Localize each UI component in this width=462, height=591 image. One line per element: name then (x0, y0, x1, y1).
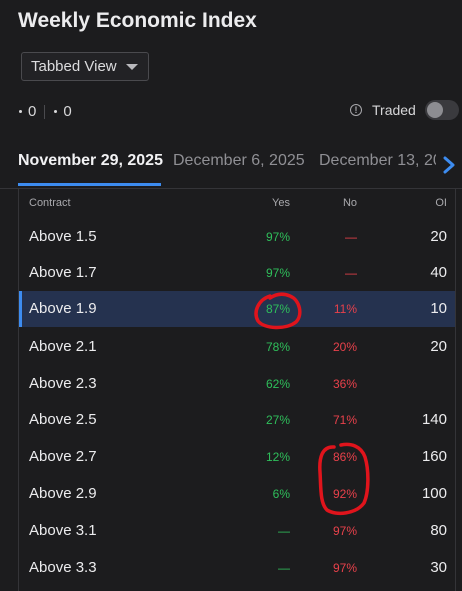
no-price[interactable]: 92% (333, 487, 357, 501)
table-row[interactable]: Above 3.3 — 97% 30 (19, 550, 455, 586)
table-row[interactable]: Above 2.3 62% 36% (19, 366, 455, 402)
tab-dec-6[interactable]: December 6, 2025 (173, 152, 305, 170)
contract-name: Above 1.5 (29, 228, 97, 245)
position-counts: 0 0 (18, 103, 72, 120)
contract-name: Above 2.9 (29, 485, 97, 502)
contract-name: Above 3.3 (29, 559, 97, 576)
table-row[interactable]: Above 1.5 97% — 20 (19, 219, 455, 255)
traded-label: Traded (372, 102, 416, 118)
contract-name: Above 2.7 (29, 448, 97, 465)
table-row[interactable]: Above 1.7 97% — 40 (19, 255, 455, 291)
yes-price[interactable]: 78% (266, 340, 290, 354)
dot-icon (54, 110, 58, 113)
page-title: Weekly Economic Index (18, 9, 257, 32)
tabs-next-button[interactable] (436, 150, 462, 180)
no-price[interactable]: 97% (333, 561, 357, 575)
tab-nov-29[interactable]: November 29, 2025 (18, 152, 163, 170)
toggle-knob (427, 102, 443, 118)
open-interest: 140 (421, 411, 447, 428)
yes-price[interactable]: — (278, 524, 290, 538)
traded-filter: ! Traded (350, 102, 416, 118)
open-interest: 30 (430, 559, 447, 576)
divider (44, 104, 46, 119)
open-interest: 80 (430, 522, 447, 539)
yes-price[interactable]: 27% (266, 413, 290, 427)
no-price[interactable]: 11% (334, 302, 357, 316)
table-row[interactable]: Above 2.5 27% 71% 140 (19, 402, 455, 438)
header-contract: Contract (29, 197, 71, 209)
contract-name: Above 3.1 (29, 522, 97, 539)
chevron-down-icon (126, 64, 138, 70)
table-row[interactable]: Above 2.9 6% 92% 100 (19, 476, 455, 512)
open-interest: 100 (421, 485, 447, 502)
traded-toggle[interactable] (425, 100, 459, 120)
chevron-right-icon (443, 156, 455, 174)
no-price[interactable]: 86% (333, 450, 357, 464)
count-second: 0 (63, 103, 72, 120)
table-row[interactable]: Above 2.1 78% 20% 20 (19, 329, 455, 365)
active-tab-indicator (18, 183, 161, 186)
no-price[interactable]: 97% (333, 524, 357, 538)
info-icon[interactable]: ! (350, 104, 362, 116)
view-mode-value: Tabbed View (31, 58, 117, 75)
no-price[interactable]: 36% (333, 377, 357, 391)
header-no: No (342, 197, 357, 209)
no-price[interactable]: 20% (333, 340, 357, 354)
table-row[interactable]: Above 2.7 12% 86% 160 (19, 439, 455, 475)
table-row-selected[interactable]: Above 1.9 87% 11% 10 (19, 291, 455, 327)
open-interest: 20 (430, 228, 447, 245)
table-row[interactable]: Above 3.1 — 97% 80 (19, 513, 455, 549)
open-interest: 10 (430, 300, 447, 317)
yes-price[interactable]: 87% (266, 302, 290, 316)
yes-price[interactable]: 6% (273, 487, 290, 501)
table-header: Contract Yes No OI (19, 188, 455, 216)
contract-name: Above 1.7 (29, 264, 97, 281)
contract-name: Above 2.5 (29, 411, 97, 428)
no-price[interactable]: — (345, 266, 357, 280)
header-yes: Yes (272, 197, 290, 209)
yes-price[interactable]: — (278, 561, 290, 575)
open-interest: 160 (421, 448, 447, 465)
yes-price[interactable]: 62% (266, 377, 290, 391)
dot-icon (19, 110, 22, 113)
yes-price[interactable]: 97% (266, 230, 290, 244)
contract-name: Above 1.9 (29, 300, 97, 317)
yes-price[interactable]: 97% (266, 266, 290, 280)
header-oi: OI (435, 197, 447, 209)
open-interest: 20 (430, 338, 447, 355)
no-price[interactable]: 71% (333, 413, 357, 427)
count-first: 0 (28, 103, 37, 120)
contract-name: Above 2.3 (29, 375, 97, 392)
no-price[interactable]: — (345, 230, 357, 244)
contracts-table: Contract Yes No OI Above 1.5 97% — 20 Ab… (18, 188, 456, 591)
contract-name: Above 2.1 (29, 338, 97, 355)
yes-price[interactable]: 12% (266, 450, 290, 464)
view-mode-dropdown[interactable]: Tabbed View (21, 52, 149, 81)
date-tabs: November 29, 2025 December 6, 2025 Decem… (0, 150, 462, 189)
open-interest: 40 (430, 264, 447, 281)
